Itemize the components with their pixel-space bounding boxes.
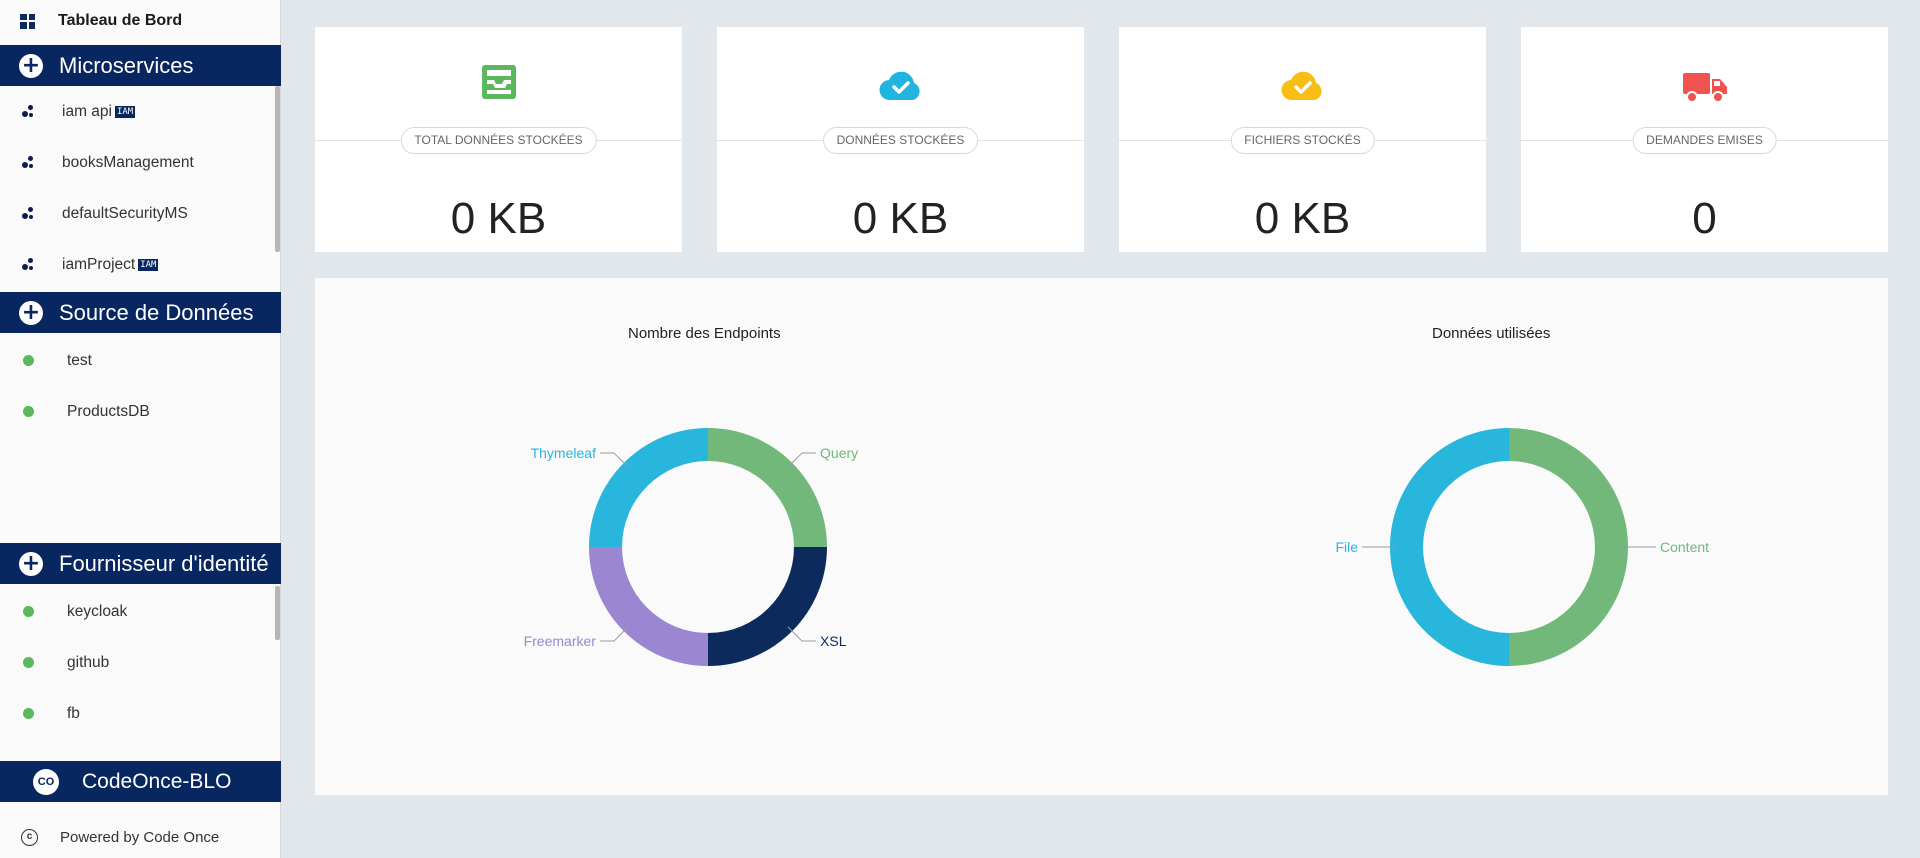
datasources-header[interactable]: + Source de Données bbox=[0, 292, 281, 333]
datasource-item[interactable]: ProductsDB bbox=[0, 386, 281, 437]
microservices-title: Microservices bbox=[59, 52, 194, 78]
data-usage-donut-chart: Content File bbox=[1335, 428, 1709, 666]
dashboard-label: Tableau de Bord bbox=[58, 12, 183, 29]
datasource-label: test bbox=[67, 351, 92, 369]
identity-provider-label: fb bbox=[67, 704, 80, 722]
add-microservice-icon[interactable]: + bbox=[19, 53, 43, 78]
truck-icon bbox=[1682, 71, 1728, 108]
status-dot-icon bbox=[23, 657, 34, 668]
datasources-list: test ProductsDB bbox=[0, 335, 281, 437]
identity-provider-item[interactable]: github bbox=[0, 637, 281, 688]
charts-panel: Nombre des Endpoints Query XSL Freemarker T… bbox=[315, 278, 1888, 795]
stat-value: 0 KB bbox=[852, 194, 949, 243]
sidebar-item-dashboard[interactable]: Tableau de Bord bbox=[0, 0, 280, 42]
status-dot-icon bbox=[23, 708, 34, 719]
stat-card-files: FICHIERS STOCKÉS 0 KB bbox=[1119, 27, 1486, 252]
stat-label: DEMANDES EMISES bbox=[1632, 127, 1777, 154]
brand-bar[interactable]: CO CodeOnce-BLO bbox=[0, 761, 281, 802]
microservice-label: iam api bbox=[62, 102, 112, 120]
identity-provider-label: keycloak bbox=[67, 602, 128, 620]
microservice-label: booksManagement bbox=[62, 153, 194, 171]
copyright-icon: c bbox=[21, 828, 38, 846]
identity-scrollbar[interactable] bbox=[275, 586, 280, 640]
stat-value: 0 KB bbox=[1254, 194, 1351, 243]
sidebar: Tableau de Bord + Microservices iam api … bbox=[0, 0, 281, 858]
stat-label: FICHIERS STOCKÉS bbox=[1230, 127, 1375, 154]
donut-slice-freemarker[interactable] bbox=[589, 547, 708, 666]
microservice-icon bbox=[22, 104, 36, 119]
datasource-item[interactable]: test bbox=[0, 335, 281, 386]
donut-slice-file[interactable] bbox=[1390, 428, 1509, 666]
stat-card-total-data: TOTAL DONNÉES STOCKÉES 0 KB bbox=[315, 27, 682, 252]
endpoints-donut-chart: Query XSL Freemarker Thymeleaf bbox=[524, 428, 858, 666]
microservice-icon bbox=[22, 155, 36, 170]
inbox-icon bbox=[481, 64, 517, 105]
microservices-list: iam api IAM booksManagement defaultSecur… bbox=[0, 86, 281, 290]
slice-label-file: File bbox=[1335, 539, 1358, 555]
footer: c Powered by Code Once bbox=[0, 820, 281, 854]
stat-value: 0 bbox=[1692, 194, 1717, 243]
microservice-item[interactable]: booksManagement bbox=[0, 137, 281, 188]
datasources-title: Source de Données bbox=[59, 299, 254, 325]
identity-provider-item[interactable]: keycloak bbox=[0, 586, 281, 637]
microservice-icon bbox=[22, 257, 36, 272]
identity-title: Fournisseur d'identité bbox=[59, 550, 269, 576]
stat-card-requests: DEMANDES EMISES 0 bbox=[1521, 27, 1888, 252]
footer-text: Powered by Code Once bbox=[60, 828, 220, 846]
donut-slice-thymeleaf[interactable] bbox=[589, 428, 708, 547]
slice-label-xsl: XSL bbox=[820, 633, 847, 649]
slice-label-content: Content bbox=[1660, 539, 1709, 555]
brand-name: CodeOnce-BLO bbox=[82, 769, 232, 793]
identity-provider-label: github bbox=[67, 653, 110, 671]
iam-badge: IAM bbox=[114, 105, 136, 118]
microservice-item[interactable]: defaultSecurityMS bbox=[0, 188, 281, 239]
microservices-scrollbar[interactable] bbox=[275, 86, 280, 252]
slice-label-query: Query bbox=[820, 445, 858, 461]
dashboard-icon bbox=[20, 13, 35, 29]
iam-badge: IAM bbox=[138, 258, 159, 271]
microservices-header[interactable]: + Microservices bbox=[0, 45, 281, 86]
microservice-label: iamProject bbox=[62, 255, 136, 273]
microservice-label: defaultSecurityMS bbox=[62, 204, 188, 222]
slice-label-freemarker: Freemarker bbox=[524, 633, 597, 649]
microservice-item[interactable]: iamProject IAM bbox=[0, 239, 281, 290]
donut-slice-xsl[interactable] bbox=[708, 547, 827, 666]
cloud-check-icon bbox=[878, 69, 924, 106]
status-dot-icon bbox=[23, 406, 34, 417]
add-datasource-icon[interactable]: + bbox=[19, 300, 43, 325]
donut-slice-query[interactable] bbox=[708, 428, 827, 547]
slice-label-thymeleaf: Thymeleaf bbox=[531, 445, 596, 461]
identity-provider-item[interactable]: fb bbox=[0, 688, 281, 739]
stat-card-data: DONNÉES STOCKÉES 0 KB bbox=[717, 27, 1084, 252]
donut-slice-content[interactable] bbox=[1509, 428, 1628, 666]
codeonce-logo-icon: CO bbox=[33, 768, 59, 795]
identity-header[interactable]: + Fournisseur d'identité bbox=[0, 543, 281, 584]
add-identity-provider-icon[interactable]: + bbox=[19, 551, 43, 576]
status-dot-icon bbox=[23, 355, 34, 366]
stat-label: TOTAL DONNÉES STOCKÉES bbox=[400, 127, 597, 154]
microservice-icon bbox=[22, 206, 36, 221]
identity-list: keycloak github fb bbox=[0, 586, 281, 739]
stat-value: 0 KB bbox=[450, 194, 547, 243]
datasource-label: ProductsDB bbox=[67, 402, 150, 420]
stat-label: DONNÉES STOCKÉES bbox=[822, 127, 979, 154]
microservice-item[interactable]: iam api IAM bbox=[0, 86, 281, 137]
cloud-check-icon bbox=[1280, 69, 1326, 106]
status-dot-icon bbox=[23, 606, 34, 617]
